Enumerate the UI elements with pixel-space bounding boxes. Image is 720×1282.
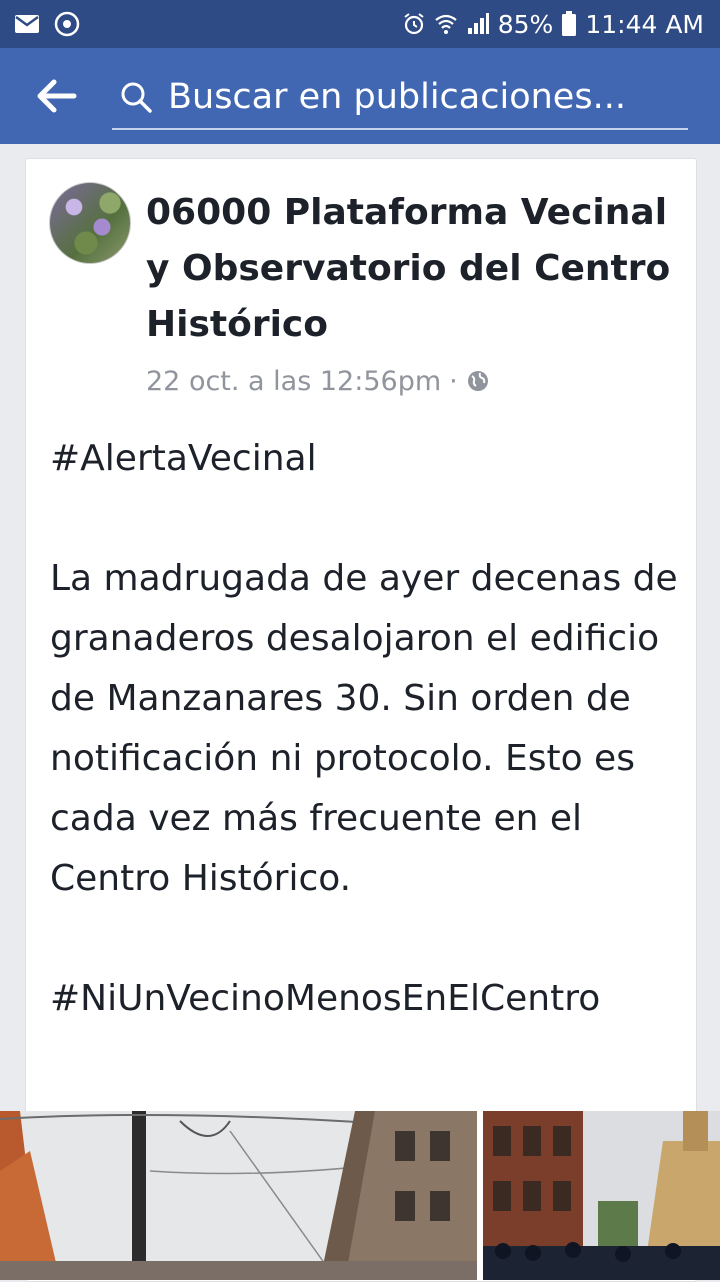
post-timestamp[interactable]: 22 oct. a las 12:56pm [146,366,441,397]
app-bar [0,48,720,144]
page-name[interactable]: 06000 Plataforma Vecinal y Observatorio … [146,185,676,353]
post-photo-crowd[interactable] [483,1111,720,1280]
battery-icon [562,11,577,36]
post-photo-street[interactable] [0,1111,477,1280]
clock: 11:44 AM [585,9,704,39]
page-avatar[interactable] [49,182,131,264]
search-input[interactable] [168,77,688,117]
status-bar-left [0,11,80,37]
post-message: La madrugada de ayer decenas de granader… [50,558,678,899]
search-icon [121,82,152,113]
hashtag-alerta-vecinal[interactable]: #AlertaVecinal [50,429,680,489]
arrow-left-icon[interactable] [34,76,78,116]
meta-separator: · [449,365,458,397]
messenger-icon [54,11,80,37]
status-bar-right: 85% 11:44 AM [402,10,720,39]
post-meta: 22 oct. a las 12:56pm · [146,361,490,401]
battery-percent: 85% [497,9,554,39]
status-bar: 85% 11:44 AM [0,0,720,48]
signal-icon [467,13,489,34]
search-bar[interactable] [112,66,688,130]
post-body: #AlertaVecinal La madrugada de ayer dece… [50,429,680,1029]
globe-icon [467,371,488,391]
post-photos [0,1111,720,1280]
hashtag-ni-un-vecino[interactable]: #NiUnVecinoMenosEnElCentro [50,969,680,1029]
alarm-icon [404,13,424,35]
mail-icon [15,15,39,33]
wifi-icon [435,14,457,34]
